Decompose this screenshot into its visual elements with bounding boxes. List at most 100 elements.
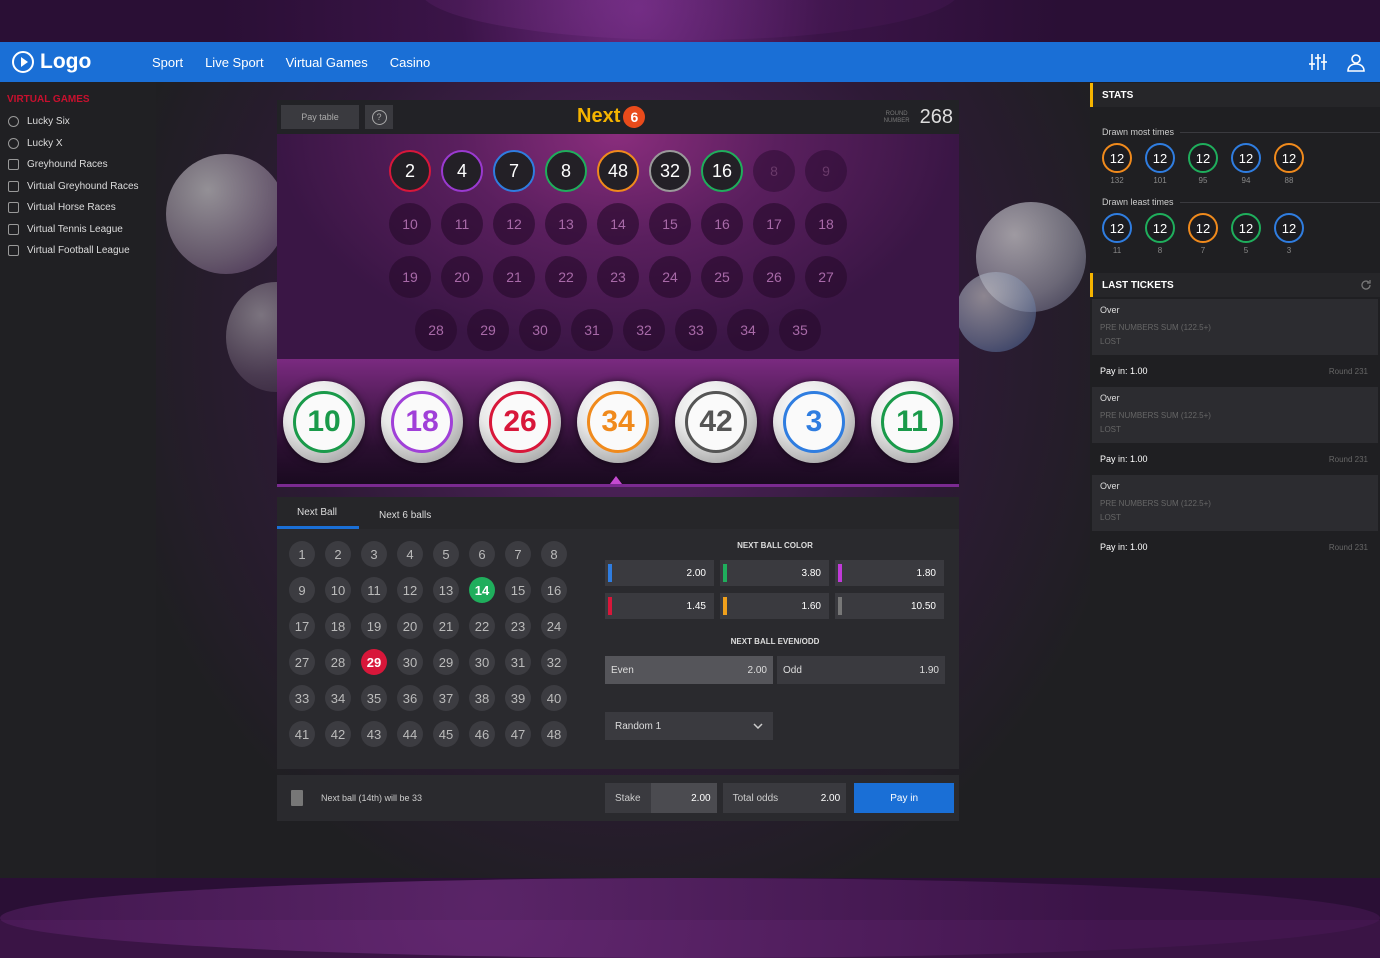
game-toolbar: Pay table ? Next 6 ROUND NUMBER 268 bbox=[277, 100, 959, 134]
sidebar-item-virtual-horse-races[interactable]: Virtual Horse Races bbox=[0, 197, 156, 219]
number-pick-button[interactable]: 2 bbox=[325, 541, 351, 567]
trash-icon[interactable] bbox=[291, 790, 303, 806]
number-pick-button[interactable]: 41 bbox=[289, 721, 315, 747]
stake-controls: Stake 2.00 Total odds 2.00 Pay in bbox=[605, 783, 955, 813]
nav-virtual-games[interactable]: Virtual Games bbox=[286, 55, 368, 70]
color-odds-button[interactable]: 1.60 bbox=[720, 593, 829, 619]
number-pick-button[interactable]: 1 bbox=[289, 541, 315, 567]
sidebar-item-label: Virtual Tennis League bbox=[27, 223, 123, 235]
odd-button[interactable]: Odd 1.90 bbox=[777, 656, 945, 684]
number-pick-button[interactable]: 27 bbox=[289, 649, 315, 675]
number-pick-button[interactable]: 19 bbox=[361, 613, 387, 639]
number-pick-button[interactable]: 46 bbox=[469, 721, 495, 747]
number-pick-button[interactable]: 8 bbox=[541, 541, 567, 567]
number-pick-button[interactable]: 12 bbox=[397, 577, 423, 603]
board-number: 15 bbox=[649, 203, 691, 245]
number-pick-button[interactable]: 45 bbox=[433, 721, 459, 747]
number-pick-button[interactable]: 13 bbox=[433, 577, 459, 603]
sidebar-item-lucky-six[interactable]: Lucky Six bbox=[0, 111, 156, 133]
sidebar-item-virtual-football-league[interactable]: Virtual Football League bbox=[0, 240, 156, 262]
sidebar-item-lucky-x[interactable]: Lucky X bbox=[0, 133, 156, 155]
color-odds-button[interactable]: 3.80 bbox=[720, 560, 829, 586]
settings-sliders-icon[interactable] bbox=[1308, 52, 1328, 72]
info-button[interactable]: ? bbox=[365, 105, 393, 129]
tennis-icon bbox=[8, 223, 19, 235]
number-pick-button[interactable]: 24 bbox=[541, 613, 567, 639]
even-button[interactable]: Even 2.00 bbox=[605, 656, 773, 684]
sidebar-item-greyhound-races[interactable]: Greyhound Races bbox=[0, 154, 156, 176]
stat-ball-number: 12 bbox=[1102, 143, 1132, 173]
ticket-card[interactable]: Over PRE NUMBERS SUM (122.5+) LOST bbox=[1092, 475, 1378, 531]
number-pick-button[interactable]: 6 bbox=[469, 541, 495, 567]
next-ball-options: NEXT BALL COLOR 2.00 3.80 1.80 1.45 1.60 10.5… bbox=[605, 541, 945, 740]
board-row: 10 11 12 13 14 15 16 17 18 bbox=[277, 203, 959, 245]
number-pick-button[interactable]: 23 bbox=[505, 613, 531, 639]
decorative-ball bbox=[956, 272, 1036, 352]
color-odds-button[interactable]: 1.80 bbox=[835, 560, 944, 586]
color-odds-value: 1.60 bbox=[801, 600, 821, 612]
number-pick-button[interactable]: 30 bbox=[469, 649, 495, 675]
color-odds-button[interactable]: 10.50 bbox=[835, 593, 944, 619]
number-pick-button[interactable]: 4 bbox=[397, 541, 423, 567]
number-pick-button[interactable]: 32 bbox=[541, 649, 567, 675]
nav-casino[interactable]: Casino bbox=[390, 55, 430, 70]
number-pick-button[interactable]: 9 bbox=[289, 577, 315, 603]
number-pick-button[interactable]: 3 bbox=[361, 541, 387, 567]
stat-ball: 12 132 bbox=[1102, 143, 1132, 185]
user-account-icon[interactable] bbox=[1346, 52, 1366, 72]
sidebar-item-virtual-tennis-league[interactable]: Virtual Tennis League bbox=[0, 219, 156, 241]
number-pick-button[interactable]: 35 bbox=[361, 685, 387, 711]
tab-next-ball[interactable]: Next Ball bbox=[277, 507, 360, 529]
number-pick-button[interactable]: 43 bbox=[361, 721, 387, 747]
number-pick-button[interactable]: 48 bbox=[541, 721, 567, 747]
number-pick-button[interactable]: 29 bbox=[433, 649, 459, 675]
odd-odds: 1.90 bbox=[919, 664, 939, 676]
pay-in-button[interactable]: Pay in bbox=[854, 783, 955, 813]
ticket-card[interactable]: Over PRE NUMBERS SUM (122.5+) LOST bbox=[1092, 387, 1378, 443]
number-pick-button[interactable]: 47 bbox=[505, 721, 531, 747]
number-pick-button[interactable]: 37 bbox=[433, 685, 459, 711]
number-pick-button[interactable]: 30 bbox=[397, 649, 423, 675]
number-pick-button[interactable]: 42 bbox=[325, 721, 351, 747]
number-pick-button[interactable]: 7 bbox=[505, 541, 531, 567]
number-pick-button[interactable]: 11 bbox=[361, 577, 387, 603]
number-pick-button[interactable]: 18 bbox=[325, 613, 351, 639]
stat-ball-count: 8 bbox=[1157, 246, 1163, 255]
nav-sport[interactable]: Sport bbox=[152, 55, 183, 70]
color-odds-button[interactable]: 2.00 bbox=[605, 560, 714, 586]
number-pick-button[interactable]: 36 bbox=[397, 685, 423, 711]
number-pick-button[interactable]: 34 bbox=[325, 685, 351, 711]
number-pick-button[interactable]: 16 bbox=[541, 577, 567, 603]
random-select[interactable]: Random 1 bbox=[605, 712, 773, 740]
sidebar-item-virtual-greyhound-races[interactable]: Virtual Greyhound Races bbox=[0, 176, 156, 198]
drawn-ball-number: 3 bbox=[783, 390, 845, 453]
number-pick-button[interactable]: 28 bbox=[325, 649, 351, 675]
number-pick-button[interactable]: 10 bbox=[325, 577, 351, 603]
nav-live-sport[interactable]: Live Sport bbox=[205, 55, 264, 70]
number-pick-button[interactable]: 20 bbox=[397, 613, 423, 639]
number-pick-button[interactable]: 5 bbox=[433, 541, 459, 567]
refresh-icon[interactable] bbox=[1360, 279, 1372, 291]
number-pick-button[interactable]: 14 bbox=[469, 577, 495, 603]
logo[interactable]: Logo bbox=[12, 50, 132, 74]
pay-table-button[interactable]: Pay table bbox=[281, 105, 359, 129]
drawn-ball-number: 11 bbox=[881, 390, 943, 453]
number-pick-button[interactable]: 39 bbox=[505, 685, 531, 711]
color-odds-button[interactable]: 1.45 bbox=[605, 593, 714, 619]
number-pick-button[interactable]: 31 bbox=[505, 649, 531, 675]
ticket-card[interactable]: Over PRE NUMBERS SUM (122.5+) LOST bbox=[1092, 299, 1378, 355]
number-pick-button[interactable]: 22 bbox=[469, 613, 495, 639]
tickets-list: Over PRE NUMBERS SUM (122.5+) LOST Pay in: … bbox=[1090, 299, 1380, 563]
number-pick-button[interactable]: 15 bbox=[505, 577, 531, 603]
number-pick-button[interactable]: 38 bbox=[469, 685, 495, 711]
number-pick-button[interactable]: 40 bbox=[541, 685, 567, 711]
number-pick-button[interactable]: 33 bbox=[289, 685, 315, 711]
tab-next-6-balls[interactable]: Next 6 balls bbox=[359, 510, 453, 529]
number-pick-button[interactable]: 21 bbox=[433, 613, 459, 639]
number-pick-button[interactable]: 44 bbox=[397, 721, 423, 747]
number-pick-button[interactable]: 17 bbox=[289, 613, 315, 639]
stake-input[interactable]: 2.00 bbox=[650, 783, 717, 813]
number-pick-button[interactable]: 29 bbox=[361, 649, 387, 675]
board-number: 31 bbox=[571, 309, 613, 351]
background-ball bbox=[0, 878, 1380, 958]
